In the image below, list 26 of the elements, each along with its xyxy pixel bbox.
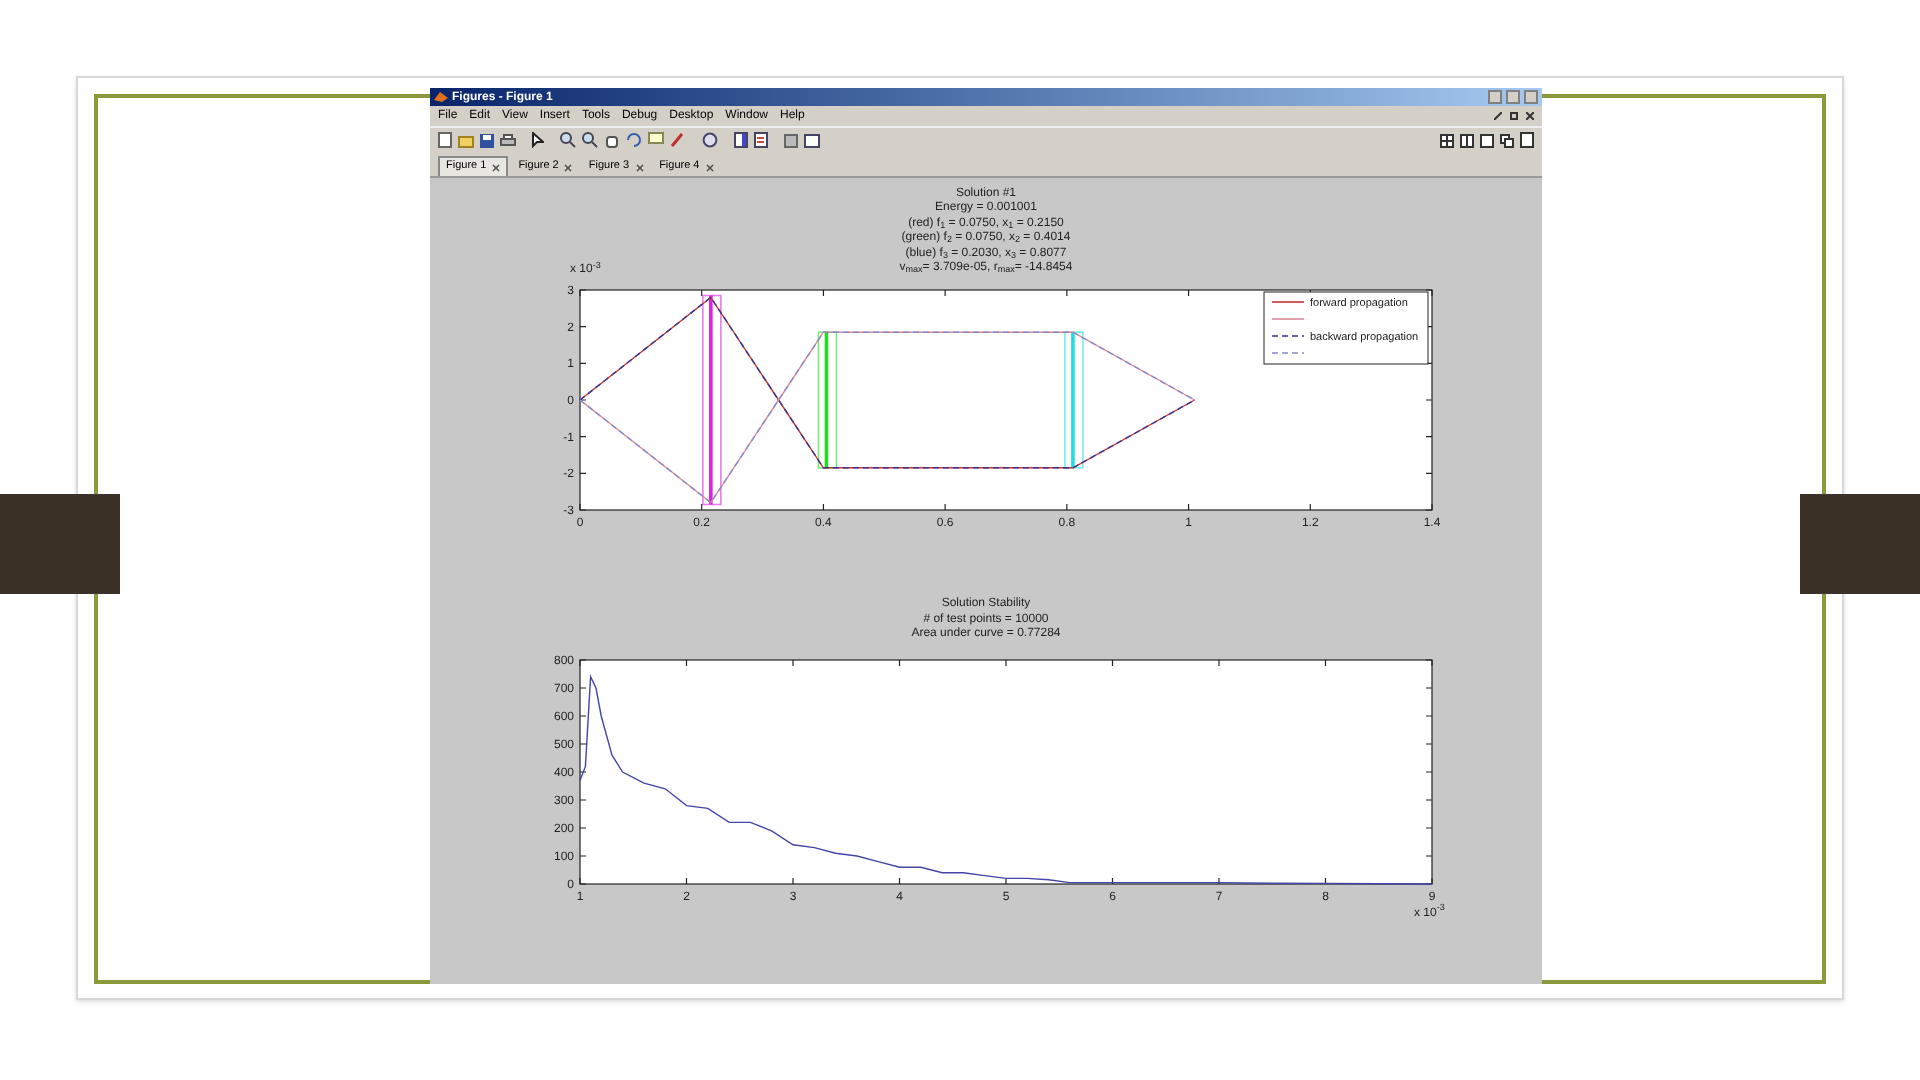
undock-icon[interactable] xyxy=(1494,112,1502,120)
layout-float-icon[interactable] xyxy=(1500,133,1514,147)
zoom-in-icon[interactable] xyxy=(560,132,576,148)
close-icon[interactable] xyxy=(705,163,714,171)
maximize-button[interactable] xyxy=(1506,90,1520,104)
lens-outline xyxy=(817,332,838,470)
close-icon[interactable] xyxy=(635,163,644,171)
close-icon[interactable] xyxy=(1526,112,1534,120)
printer-icon[interactable] xyxy=(500,133,516,147)
layout-grid-icon[interactable] xyxy=(1440,133,1454,147)
close-button[interactable] xyxy=(1524,90,1538,104)
close-icon[interactable] xyxy=(564,163,573,171)
restore-icon[interactable] xyxy=(1510,112,1518,120)
minimize-button[interactable] xyxy=(1488,90,1502,104)
colorbar-icon[interactable] xyxy=(734,132,748,148)
pointer-icon[interactable] xyxy=(532,132,544,148)
layout-single-icon[interactable] xyxy=(1480,133,1494,147)
close-icon[interactable] xyxy=(492,163,501,171)
new-file-icon[interactable] xyxy=(438,132,452,148)
layout-columns-icon[interactable] xyxy=(1460,133,1474,147)
lens-outline xyxy=(1064,332,1084,470)
legend-icon[interactable] xyxy=(754,132,768,148)
save-icon[interactable] xyxy=(480,133,494,147)
rotate-icon[interactable] xyxy=(626,132,642,148)
layout-tabbed-icon[interactable] xyxy=(1520,132,1534,148)
zoom-out-icon[interactable] xyxy=(582,132,598,148)
